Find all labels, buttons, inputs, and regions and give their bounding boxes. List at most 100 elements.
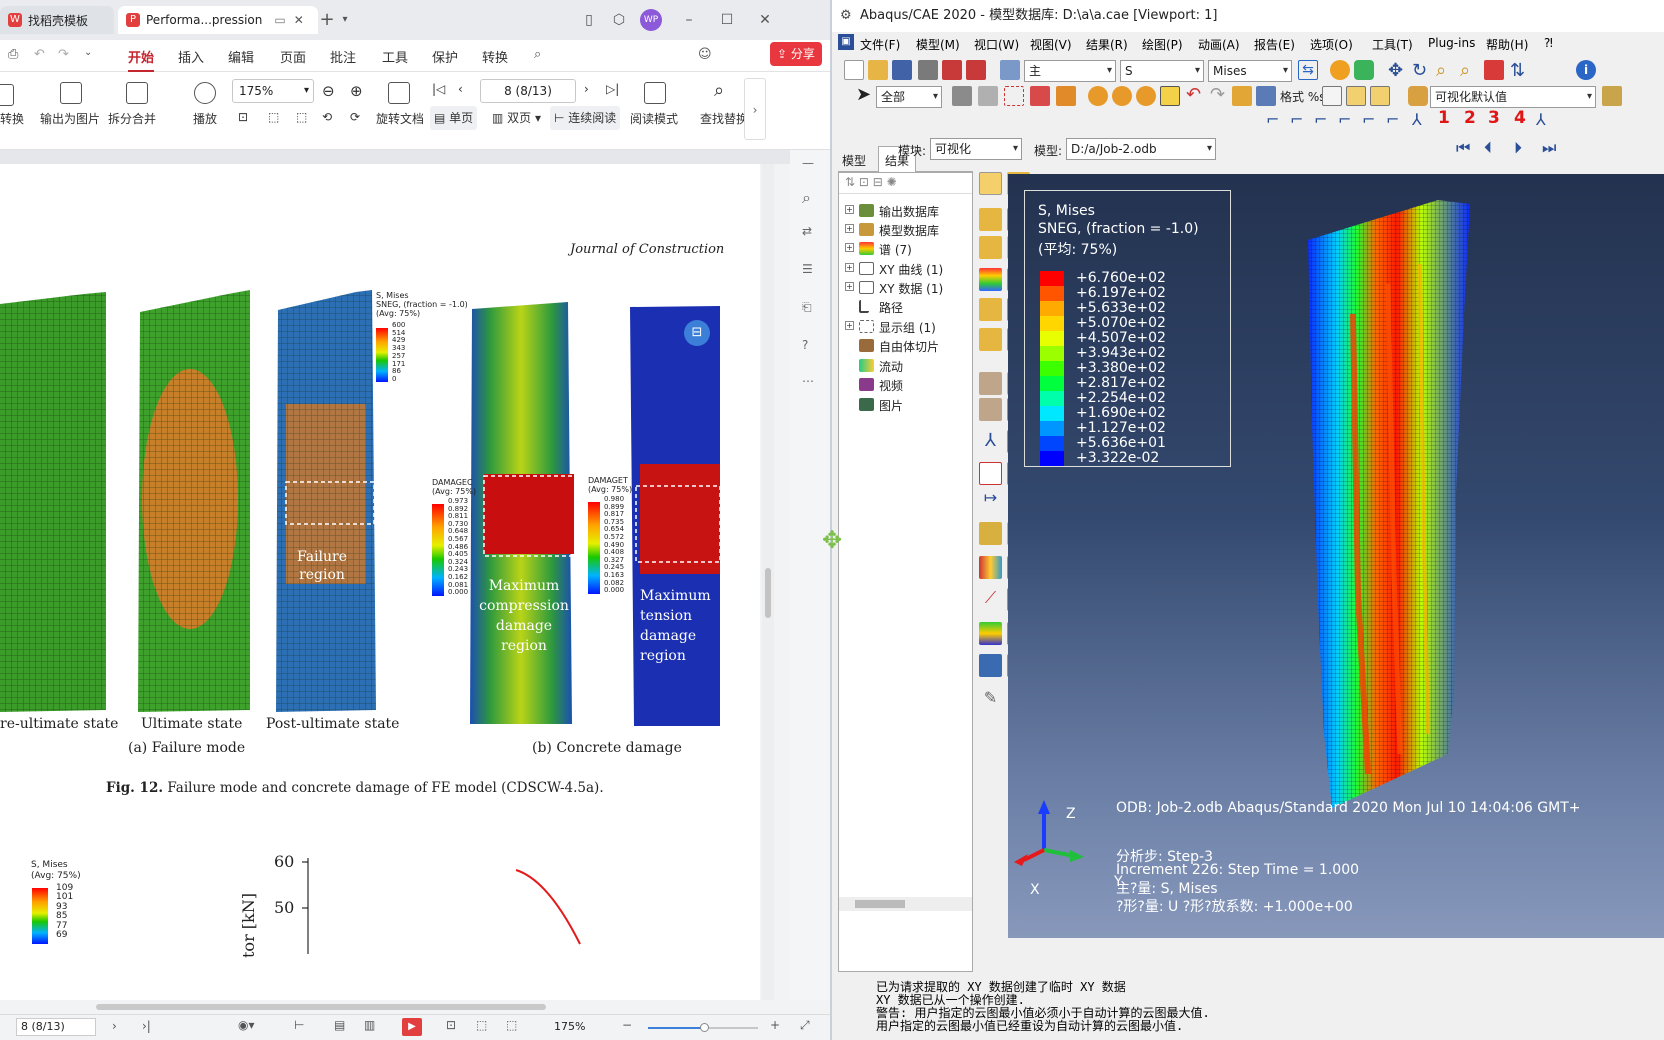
undo-icon[interactable]: ↶ <box>34 47 45 62</box>
view-1-button[interactable]: 1 <box>1438 108 1450 128</box>
menu-view[interactable]: 视图(V) <box>1030 36 1072 53</box>
view-4-button[interactable]: 4 <box>1514 108 1526 128</box>
menu-context-help[interactable]: ⁈ <box>1544 36 1553 50</box>
chat-icon[interactable]: ☺ <box>698 47 712 62</box>
render-style-icon[interactable] <box>1602 86 1622 106</box>
more-chevron-icon[interactable]: ⌄ <box>84 47 92 58</box>
pan-icon[interactable]: ✥ <box>1388 60 1403 81</box>
status-fit-icon[interactable]: ⊡ <box>446 1018 456 1032</box>
zoom-view-icon[interactable]: ⌕ <box>1436 60 1446 81</box>
replace-icon[interactable] <box>979 654 1002 677</box>
double-page-button[interactable]: ▥ 双页 ▾ <box>488 106 545 130</box>
prev-frame-icon[interactable]: ⏴ <box>1484 138 1492 158</box>
auto-fit-icon[interactable] <box>1484 60 1504 80</box>
tab-model-tree[interactable]: 模型 <box>842 152 866 169</box>
view-bottom-icon[interactable]: ⌐ <box>1338 110 1351 129</box>
share-button[interactable]: ⇪ 分享 <box>770 42 822 66</box>
status-page-input[interactable]: 8 (8/13) <box>16 1018 96 1036</box>
scroll-thumb[interactable] <box>765 568 771 618</box>
symbol-plot-icon[interactable] <box>979 298 1002 321</box>
contour-plot-icon[interactable] <box>979 268 1002 291</box>
query-icon[interactable] <box>952 86 972 106</box>
stream-create-icon[interactable] <box>979 522 1002 545</box>
tree-item-paths[interactable]: 路径 <box>839 297 972 317</box>
palette-icon[interactable] <box>1408 86 1428 106</box>
module-select[interactable]: 可视化 <box>930 138 1022 160</box>
menu-result[interactable]: 结果(R) <box>1086 36 1128 53</box>
save-icon[interactable] <box>892 60 912 80</box>
fit-icon[interactable]: ⊡ <box>238 110 248 124</box>
zoom-slider-handle[interactable] <box>700 1023 709 1032</box>
export-image-button[interactable]: 输出为图片 <box>40 110 100 127</box>
step-icon[interactable] <box>1000 60 1020 80</box>
view-cut-icon[interactable] <box>1056 86 1076 106</box>
help-icon[interactable]: ? <box>802 338 808 352</box>
view-front-icon[interactable]: ⌐ <box>1266 110 1279 129</box>
fit-width-icon[interactable]: ⬚ <box>268 110 279 124</box>
path-create-icon[interactable]: ↦ <box>979 488 1002 511</box>
print-abaqus-icon[interactable] <box>918 60 938 80</box>
free-body-create-icon[interactable]: ⟋ <box>979 588 1002 611</box>
next-frame-icon[interactable]: ⏵ <box>1514 138 1522 158</box>
tree-scroll-thumb[interactable] <box>855 900 905 908</box>
tree-hscrollbar[interactable] <box>839 897 972 911</box>
window-menu-icon[interactable]: ▣ <box>838 34 854 50</box>
selection-filter-select[interactable]: 全部 <box>876 86 942 108</box>
probe-values-icon[interactable] <box>979 172 1002 195</box>
view-left-icon[interactable]: ⌐ <box>1362 110 1375 129</box>
cube-view-3-icon[interactable] <box>1370 86 1390 106</box>
tree-item-xy-curves[interactable]: + XY 曲线 (1) <box>839 259 972 279</box>
report-icon[interactable] <box>979 556 1002 579</box>
tree-item-movies[interactable]: 视频 <box>839 375 972 395</box>
menu-help[interactable]: 帮助(H) <box>1486 36 1528 53</box>
tab-list-chevron-icon[interactable]: ▾ <box>334 9 356 31</box>
measure-icon[interactable] <box>1030 86 1050 106</box>
box-select-icon[interactable] <box>1004 86 1024 106</box>
menu-annotate[interactable]: 批注 <box>330 47 356 66</box>
annotation-icon[interactable]: ✎ <box>979 688 1002 711</box>
model-select[interactable]: D:/a/Job-2.odb <box>1066 138 1216 160</box>
cycle-views-icon[interactable]: ⇅ <box>1510 60 1525 81</box>
tab-document[interactable]: P Performa...pression ▭ ✕ <box>118 6 318 34</box>
expand-icon[interactable]: + <box>845 321 854 330</box>
pane-resize-handle-icon[interactable]: ✥ <box>818 528 846 552</box>
status-continuous-icon[interactable]: ⊢ <box>294 1018 304 1032</box>
tree-item-streams[interactable]: 流动 <box>839 356 972 376</box>
box-zoom-icon[interactable]: ⌕ <box>1460 60 1470 81</box>
last-page-icon[interactable]: ▷| <box>606 82 619 96</box>
undeformed-shape-icon[interactable] <box>979 208 1002 231</box>
display-group-1-icon[interactable] <box>1088 86 1108 106</box>
menu-file[interactable]: 文件(F) <box>860 36 900 53</box>
find-replace-button[interactable]: 查找替换 <box>700 110 744 127</box>
menu-insert[interactable]: 插入 <box>178 47 204 66</box>
rotate-doc-button[interactable]: 旋转文档 <box>376 110 424 127</box>
minimize-icon[interactable]: – <box>678 9 700 31</box>
rotate-left-icon[interactable]: ⟲ <box>322 110 332 124</box>
play-button[interactable]: 播放 <box>193 110 217 127</box>
translate-icon[interactable]: ⇄ <box>802 224 812 238</box>
menu-plugins[interactable]: Plug-ins <box>1428 36 1475 50</box>
display-group-3-icon[interactable] <box>1136 86 1156 106</box>
info-icon[interactable]: i <box>1576 60 1596 80</box>
horizontal-scrollbar[interactable] <box>96 1004 546 1010</box>
close-window-icon[interactable]: ✕ <box>754 9 776 31</box>
rotate-doc-icon[interactable] <box>388 82 410 104</box>
zoom-select[interactable]: 175% ▾ <box>232 79 314 103</box>
expand-icon[interactable]: + <box>845 243 854 252</box>
convert-button[interactable]: 转换 <box>0 110 24 127</box>
status-double-icon[interactable]: ▥ <box>364 1018 375 1032</box>
collapse-icon[interactable]: — <box>802 156 814 170</box>
last-frame-icon[interactable]: ⏭ <box>1542 138 1556 158</box>
eye-icon[interactable]: ◉▾ <box>238 1018 255 1032</box>
tree-item-images[interactable]: 图片 <box>839 395 972 415</box>
tree-item-odb[interactable]: + 输出数据库 <box>839 201 972 221</box>
export-icon[interactable] <box>966 60 986 80</box>
prev-page-icon[interactable]: ‹ <box>458 82 463 96</box>
menu-report[interactable]: 报告(E) <box>1254 36 1295 53</box>
first-page-icon[interactable]: |◁ <box>432 82 445 96</box>
play-icon[interactable] <box>194 82 216 104</box>
page-number-input[interactable]: 8 (8/13) <box>480 79 576 103</box>
select-cursor-icon[interactable]: ➤ <box>856 84 871 105</box>
split-merge-button[interactable]: 拆分合并 <box>108 110 156 127</box>
expand-icon[interactable]: + <box>845 263 854 272</box>
